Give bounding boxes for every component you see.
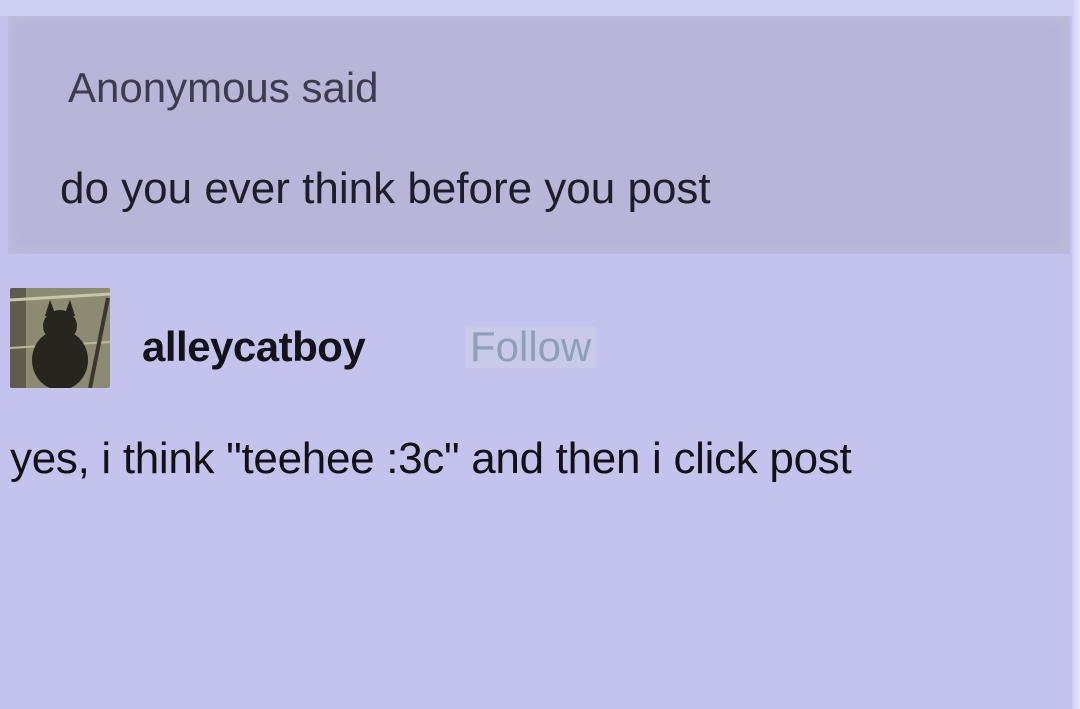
follow-button[interactable]: Follow <box>466 326 596 368</box>
ask-box: Anonymous said do you ever think before … <box>8 16 1070 254</box>
right-edge <box>1072 0 1080 709</box>
top-strip <box>0 0 1080 16</box>
question-text: do you ever think before you post <box>60 164 711 213</box>
avatar[interactable] <box>10 288 110 388</box>
cat-avatar-icon <box>10 288 110 388</box>
asker-label: Anonymous said <box>68 64 379 111</box>
username[interactable]: alleycatboy <box>142 326 366 368</box>
post-page: Anonymous said do you ever think before … <box>0 0 1080 709</box>
answer-text: yes, i think "teehee :3c" and then i cli… <box>10 434 852 483</box>
